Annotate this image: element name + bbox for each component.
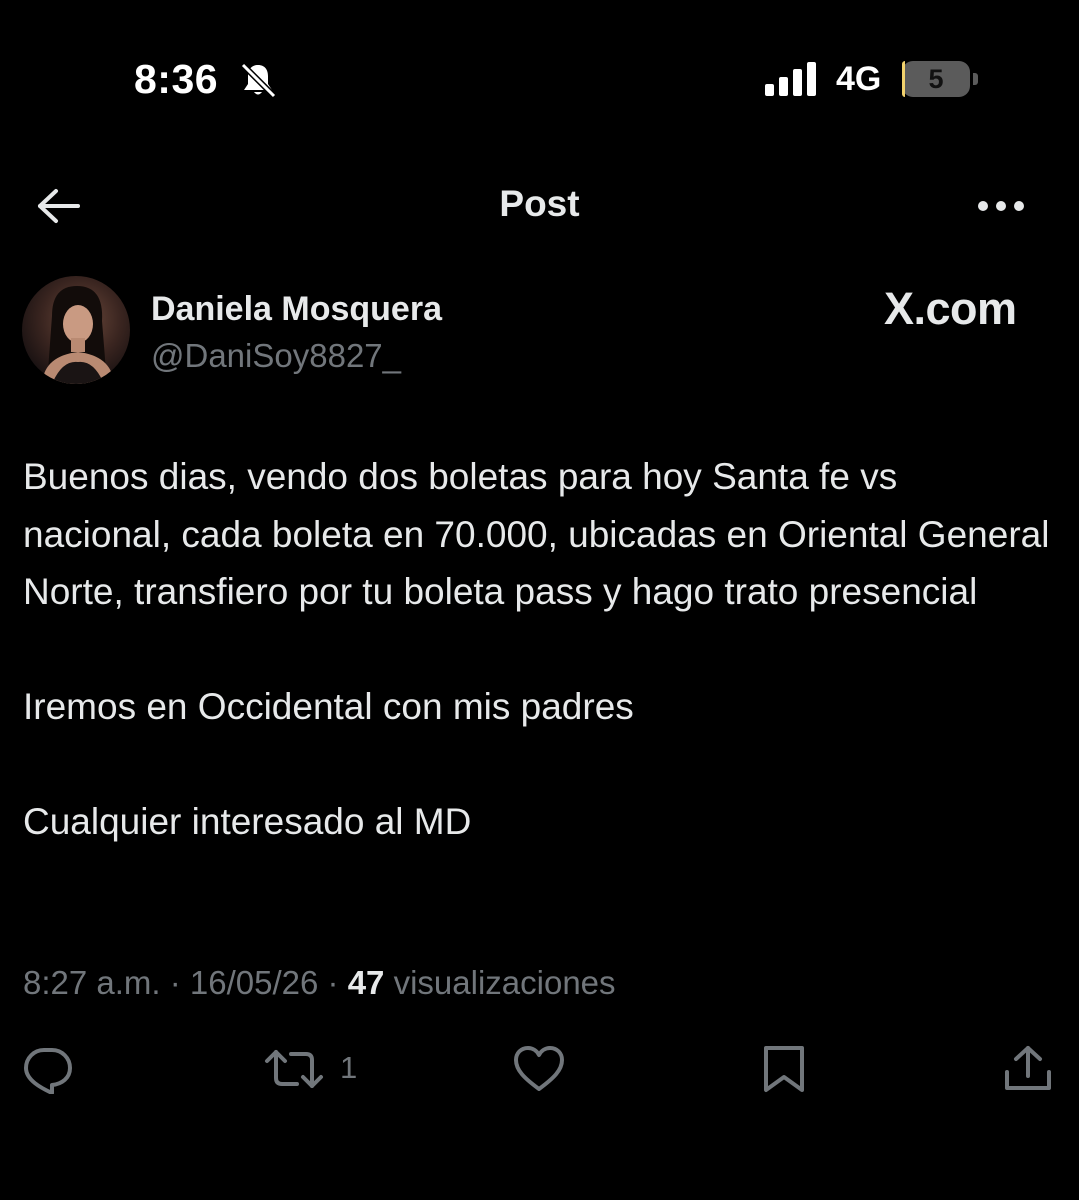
bookmark-icon xyxy=(764,1046,804,1092)
views-label[interactable]: visualizaciones xyxy=(384,964,616,1001)
heart-icon xyxy=(514,1046,564,1091)
post-meta: 8:27 a.m. · 16/05/26 · 47 visualizacione… xyxy=(23,964,616,1002)
battery-icon: 5 xyxy=(902,61,970,97)
reply-icon xyxy=(24,1048,72,1094)
battery-level: 5 xyxy=(928,64,944,94)
page-title: Post xyxy=(499,183,580,224)
post-paragraph: Cualquier interesado al MD xyxy=(23,801,472,842)
repost-button[interactable]: 1 xyxy=(264,1044,364,1094)
status-time: 8:36 xyxy=(134,56,219,102)
views-count[interactable]: 47 xyxy=(348,964,385,1001)
reply-button[interactable] xyxy=(22,1044,74,1094)
author-name[interactable]: Daniela Mosquera xyxy=(151,290,442,329)
like-button[interactable] xyxy=(512,1044,566,1094)
watermark-x-com: X.com xyxy=(884,283,1017,334)
meta-separator: · xyxy=(160,964,190,1001)
bell-slash-icon xyxy=(238,60,278,100)
post-text: Buenos dias, vendo dos boletas para hoy … xyxy=(23,448,1053,851)
repost-count: 1 xyxy=(340,1050,358,1085)
signal-bars-icon xyxy=(765,62,821,96)
more-horizontal-icon[interactable] xyxy=(974,196,1028,216)
battery-cap xyxy=(973,73,978,85)
author-handle[interactable]: @DaniSoy8827_ xyxy=(151,337,401,375)
bookmark-button[interactable] xyxy=(760,1044,808,1094)
post-paragraph: Buenos dias, vendo dos boletas para hoy … xyxy=(23,456,1050,612)
repost-icon xyxy=(265,1050,323,1088)
post-date: 16/05/26 xyxy=(189,964,319,1001)
meta-separator: · xyxy=(318,964,348,1001)
share-icon xyxy=(1005,1046,1051,1090)
share-button[interactable] xyxy=(1002,1044,1054,1094)
post-paragraph: Iremos en Occidental con mis padres xyxy=(23,686,634,727)
post-time: 8:27 a.m. xyxy=(23,964,161,1001)
network-type: 4G xyxy=(836,60,882,98)
avatar[interactable] xyxy=(22,276,130,384)
